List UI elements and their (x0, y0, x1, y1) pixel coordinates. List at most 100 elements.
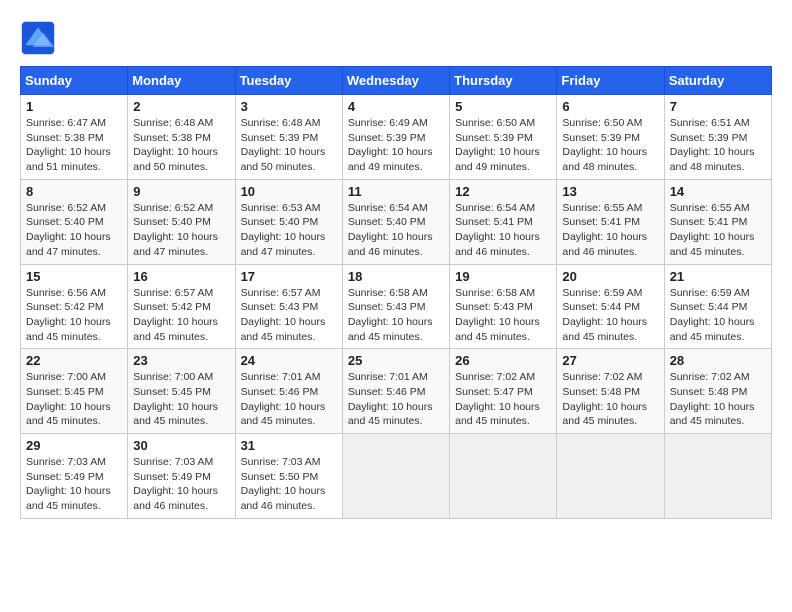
day-info: Sunrise: 6:48 AM Sunset: 5:38 PM Dayligh… (133, 116, 229, 175)
day-number: 4 (348, 99, 444, 114)
column-header-thursday: Thursday (450, 67, 557, 95)
calendar-cell: 12 Sunrise: 6:54 AM Sunset: 5:41 PM Dayl… (450, 179, 557, 264)
column-header-sunday: Sunday (21, 67, 128, 95)
column-header-friday: Friday (557, 67, 664, 95)
calendar-cell (664, 434, 771, 519)
calendar-table: SundayMondayTuesdayWednesdayThursdayFrid… (20, 66, 772, 519)
day-info: Sunrise: 6:53 AM Sunset: 5:40 PM Dayligh… (241, 201, 337, 260)
calendar-cell: 4 Sunrise: 6:49 AM Sunset: 5:39 PM Dayli… (342, 95, 449, 180)
day-number: 3 (241, 99, 337, 114)
calendar-cell: 9 Sunrise: 6:52 AM Sunset: 5:40 PM Dayli… (128, 179, 235, 264)
day-info: Sunrise: 6:49 AM Sunset: 5:39 PM Dayligh… (348, 116, 444, 175)
day-number: 26 (455, 353, 551, 368)
day-info: Sunrise: 7:02 AM Sunset: 5:48 PM Dayligh… (562, 370, 658, 429)
day-number: 10 (241, 184, 337, 199)
day-number: 17 (241, 269, 337, 284)
calendar-cell: 2 Sunrise: 6:48 AM Sunset: 5:38 PM Dayli… (128, 95, 235, 180)
day-number: 23 (133, 353, 229, 368)
day-number: 2 (133, 99, 229, 114)
day-number: 9 (133, 184, 229, 199)
day-number: 30 (133, 438, 229, 453)
day-number: 31 (241, 438, 337, 453)
day-info: Sunrise: 6:58 AM Sunset: 5:43 PM Dayligh… (455, 286, 551, 345)
calendar-cell: 16 Sunrise: 6:57 AM Sunset: 5:42 PM Dayl… (128, 264, 235, 349)
logo (20, 20, 62, 56)
day-number: 13 (562, 184, 658, 199)
day-info: Sunrise: 6:55 AM Sunset: 5:41 PM Dayligh… (562, 201, 658, 260)
day-number: 24 (241, 353, 337, 368)
calendar-week-row: 1 Sunrise: 6:47 AM Sunset: 5:38 PM Dayli… (21, 95, 772, 180)
day-info: Sunrise: 6:57 AM Sunset: 5:42 PM Dayligh… (133, 286, 229, 345)
calendar-cell: 15 Sunrise: 6:56 AM Sunset: 5:42 PM Dayl… (21, 264, 128, 349)
day-info: Sunrise: 6:56 AM Sunset: 5:42 PM Dayligh… (26, 286, 122, 345)
day-number: 6 (562, 99, 658, 114)
day-number: 18 (348, 269, 444, 284)
calendar-cell: 20 Sunrise: 6:59 AM Sunset: 5:44 PM Dayl… (557, 264, 664, 349)
day-info: Sunrise: 7:02 AM Sunset: 5:48 PM Dayligh… (670, 370, 766, 429)
calendar-cell: 27 Sunrise: 7:02 AM Sunset: 5:48 PM Dayl… (557, 349, 664, 434)
calendar-cell: 22 Sunrise: 7:00 AM Sunset: 5:45 PM Dayl… (21, 349, 128, 434)
day-number: 28 (670, 353, 766, 368)
day-info: Sunrise: 7:03 AM Sunset: 5:49 PM Dayligh… (133, 455, 229, 514)
day-info: Sunrise: 6:54 AM Sunset: 5:40 PM Dayligh… (348, 201, 444, 260)
day-number: 21 (670, 269, 766, 284)
day-info: Sunrise: 6:50 AM Sunset: 5:39 PM Dayligh… (455, 116, 551, 175)
column-header-monday: Monday (128, 67, 235, 95)
calendar-cell: 18 Sunrise: 6:58 AM Sunset: 5:43 PM Dayl… (342, 264, 449, 349)
day-info: Sunrise: 6:54 AM Sunset: 5:41 PM Dayligh… (455, 201, 551, 260)
day-number: 22 (26, 353, 122, 368)
day-info: Sunrise: 7:03 AM Sunset: 5:49 PM Dayligh… (26, 455, 122, 514)
calendar-cell: 19 Sunrise: 6:58 AM Sunset: 5:43 PM Dayl… (450, 264, 557, 349)
calendar-week-row: 29 Sunrise: 7:03 AM Sunset: 5:49 PM Dayl… (21, 434, 772, 519)
calendar-cell: 17 Sunrise: 6:57 AM Sunset: 5:43 PM Dayl… (235, 264, 342, 349)
day-info: Sunrise: 7:00 AM Sunset: 5:45 PM Dayligh… (133, 370, 229, 429)
day-info: Sunrise: 6:47 AM Sunset: 5:38 PM Dayligh… (26, 116, 122, 175)
day-info: Sunrise: 7:02 AM Sunset: 5:47 PM Dayligh… (455, 370, 551, 429)
calendar-cell: 31 Sunrise: 7:03 AM Sunset: 5:50 PM Dayl… (235, 434, 342, 519)
day-info: Sunrise: 6:48 AM Sunset: 5:39 PM Dayligh… (241, 116, 337, 175)
day-info: Sunrise: 7:01 AM Sunset: 5:46 PM Dayligh… (241, 370, 337, 429)
calendar-week-row: 8 Sunrise: 6:52 AM Sunset: 5:40 PM Dayli… (21, 179, 772, 264)
calendar-cell: 11 Sunrise: 6:54 AM Sunset: 5:40 PM Dayl… (342, 179, 449, 264)
calendar-cell (557, 434, 664, 519)
day-info: Sunrise: 7:01 AM Sunset: 5:46 PM Dayligh… (348, 370, 444, 429)
calendar-cell: 29 Sunrise: 7:03 AM Sunset: 5:49 PM Dayl… (21, 434, 128, 519)
day-info: Sunrise: 6:52 AM Sunset: 5:40 PM Dayligh… (133, 201, 229, 260)
calendar-week-row: 15 Sunrise: 6:56 AM Sunset: 5:42 PM Dayl… (21, 264, 772, 349)
day-info: Sunrise: 7:03 AM Sunset: 5:50 PM Dayligh… (241, 455, 337, 514)
day-number: 12 (455, 184, 551, 199)
logo-icon (20, 20, 56, 56)
calendar-cell: 6 Sunrise: 6:50 AM Sunset: 5:39 PM Dayli… (557, 95, 664, 180)
column-header-wednesday: Wednesday (342, 67, 449, 95)
calendar-cell: 26 Sunrise: 7:02 AM Sunset: 5:47 PM Dayl… (450, 349, 557, 434)
calendar-cell: 1 Sunrise: 6:47 AM Sunset: 5:38 PM Dayli… (21, 95, 128, 180)
day-number: 20 (562, 269, 658, 284)
day-number: 27 (562, 353, 658, 368)
calendar-cell: 7 Sunrise: 6:51 AM Sunset: 5:39 PM Dayli… (664, 95, 771, 180)
day-info: Sunrise: 7:00 AM Sunset: 5:45 PM Dayligh… (26, 370, 122, 429)
day-info: Sunrise: 6:52 AM Sunset: 5:40 PM Dayligh… (26, 201, 122, 260)
calendar-cell (450, 434, 557, 519)
calendar-cell: 21 Sunrise: 6:59 AM Sunset: 5:44 PM Dayl… (664, 264, 771, 349)
calendar-cell: 5 Sunrise: 6:50 AM Sunset: 5:39 PM Dayli… (450, 95, 557, 180)
day-number: 19 (455, 269, 551, 284)
day-number: 15 (26, 269, 122, 284)
calendar-week-row: 22 Sunrise: 7:00 AM Sunset: 5:45 PM Dayl… (21, 349, 772, 434)
page-header (20, 20, 772, 56)
column-header-saturday: Saturday (664, 67, 771, 95)
day-info: Sunrise: 6:58 AM Sunset: 5:43 PM Dayligh… (348, 286, 444, 345)
day-number: 7 (670, 99, 766, 114)
day-number: 1 (26, 99, 122, 114)
day-info: Sunrise: 6:51 AM Sunset: 5:39 PM Dayligh… (670, 116, 766, 175)
day-info: Sunrise: 6:50 AM Sunset: 5:39 PM Dayligh… (562, 116, 658, 175)
calendar-header-row: SundayMondayTuesdayWednesdayThursdayFrid… (21, 67, 772, 95)
calendar-cell: 14 Sunrise: 6:55 AM Sunset: 5:41 PM Dayl… (664, 179, 771, 264)
calendar-cell (342, 434, 449, 519)
day-info: Sunrise: 6:57 AM Sunset: 5:43 PM Dayligh… (241, 286, 337, 345)
day-info: Sunrise: 6:55 AM Sunset: 5:41 PM Dayligh… (670, 201, 766, 260)
calendar-cell: 10 Sunrise: 6:53 AM Sunset: 5:40 PM Dayl… (235, 179, 342, 264)
day-number: 14 (670, 184, 766, 199)
calendar-cell: 28 Sunrise: 7:02 AM Sunset: 5:48 PM Dayl… (664, 349, 771, 434)
calendar-cell: 30 Sunrise: 7:03 AM Sunset: 5:49 PM Dayl… (128, 434, 235, 519)
calendar-cell: 25 Sunrise: 7:01 AM Sunset: 5:46 PM Dayl… (342, 349, 449, 434)
